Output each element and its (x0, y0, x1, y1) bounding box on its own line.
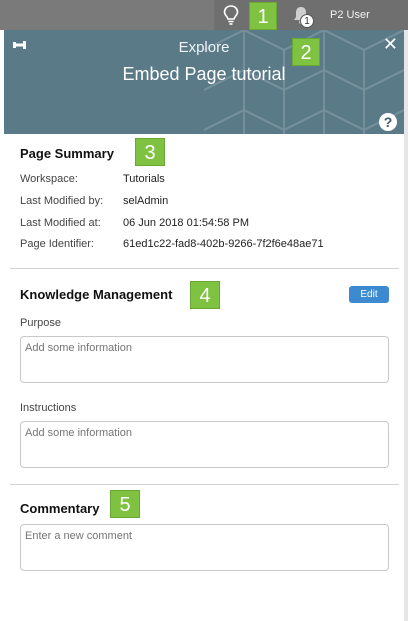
purpose-label: Purpose (20, 317, 61, 329)
commentary-title: Commentary (20, 501, 100, 516)
callout-5: 5 (110, 490, 140, 518)
modified-by-value: selAdmin (123, 195, 169, 207)
section-divider (10, 268, 399, 269)
instructions-label: Instructions (20, 402, 77, 414)
page-identifier-value: 61ed1c22-fad8-402b-9266-7f2f6e48ae71 (123, 238, 324, 250)
user-menu[interactable]: P2 User (330, 9, 370, 21)
callout-4: 4 (190, 281, 220, 309)
lightbulb-icon (223, 5, 239, 25)
help-icon[interactable]: ? (379, 113, 397, 131)
explore-header: Explore Embed Page tutorial ✕ ? (4, 30, 404, 134)
edit-button[interactable]: Edit (349, 286, 389, 303)
callout-2: 2 (292, 38, 320, 66)
instructions-field[interactable] (20, 421, 389, 468)
callout-3: 3 (135, 138, 165, 166)
explore-label: Explore (178, 39, 230, 56)
purpose-field[interactable] (20, 336, 389, 383)
notification-count-badge: 1 (300, 14, 314, 28)
top-bar-strip (0, 0, 214, 30)
workspace-label: Workspace: (20, 173, 78, 185)
knowledge-management-title: Knowledge Management (20, 287, 173, 302)
callout-1: 1 (249, 2, 277, 30)
modified-at-label: Last Modified at: (20, 217, 101, 229)
page-identifier-label: Page Identifier: (20, 238, 94, 250)
comment-field[interactable] (20, 524, 389, 571)
section-divider (10, 484, 399, 485)
page-title: Embed Page tutorial (122, 64, 286, 84)
workspace-value: Tutorials (123, 173, 165, 185)
close-icon[interactable]: ✕ (383, 34, 398, 54)
panel-edge (404, 30, 408, 621)
page-summary-title: Page Summary (20, 146, 114, 161)
modified-at-value: 06 Jun 2018 01:54:58 PM (123, 217, 249, 229)
modified-by-label: Last Modified by: (20, 195, 104, 207)
lightbulb-button[interactable] (216, 0, 246, 30)
